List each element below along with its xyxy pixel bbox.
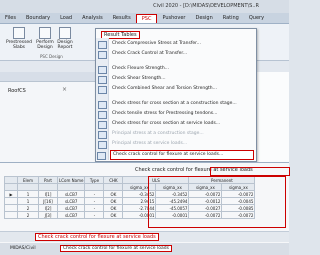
- menu-item[interactable]: Check stress for cross section at servic…: [98, 120, 252, 129]
- menu-item[interactable]: Check Crack Control at Transfer...: [98, 50, 252, 59]
- table-status-bar: Check crack control for flexure at servi…: [0, 231, 289, 242]
- col-header: Elem: [17, 176, 39, 184]
- table-icon: [98, 101, 107, 109]
- tab-psc[interactable]: PSC: [135, 14, 158, 23]
- table-row[interactable]: 2 J[3] sLCB7- OK -0.0001 -0.0001 -0.0072 -0.00…: [4, 211, 256, 219]
- table-row[interactable]: 2 I[2] sLCB7- OK -2.7044 -45.0057 -0.0027 -0.0…: [4, 204, 256, 212]
- menu-item[interactable]: Check Flexure Strength...: [98, 65, 252, 74]
- menu-item-disabled: Principal stress at service loads...: [98, 140, 252, 149]
- menu-item-selected[interactable]: Check crack control for flexure at servi…: [97, 150, 254, 160]
- footer-tabs: MIDAS/Civil Check crack control for flex…: [0, 243, 289, 255]
- sub-header: sigma_xx: [155, 183, 190, 191]
- tab-pushover[interactable]: Pushover: [157, 13, 190, 23]
- prestressed-slabs-button[interactable]: Prestressed Slabs: [4, 27, 34, 50]
- table-icon: [98, 111, 107, 119]
- sub-header: sigma_xx: [221, 183, 256, 191]
- tab-query[interactable]: Query: [244, 13, 269, 23]
- table-title-bar: Check crack control for flexure at servi…: [0, 165, 290, 176]
- close-icon[interactable]: ×: [62, 86, 67, 93]
- table-icon: [98, 141, 107, 149]
- table-icon: [97, 152, 106, 160]
- design-report-button[interactable]: Design Report: [56, 27, 74, 50]
- tab-design[interactable]: Design: [190, 13, 217, 23]
- menu-item[interactable]: Check tensile stress for Prestressing te…: [98, 110, 252, 119]
- table-tab[interactable]: Check crack control for flexure at servi…: [35, 233, 159, 241]
- sub-header: sigma_xx: [122, 183, 157, 191]
- tab-rating[interactable]: Rating: [218, 13, 244, 23]
- col-header: Type: [84, 176, 105, 184]
- table-icon: [98, 41, 107, 49]
- menu-item[interactable]: Check Compressive Stress at Transfer...: [98, 40, 252, 49]
- window-title: Civil 2020 - [D:\MIDAS\DEVELOPMENT\S..R: [153, 3, 259, 9]
- menu-item-disabled: Principal stress at a construction stage…: [98, 130, 252, 139]
- title-highlight: [210, 167, 290, 176]
- perform-design-button[interactable]: Perform Design: [36, 27, 54, 50]
- table-icon: [98, 66, 107, 74]
- report-icon: [59, 27, 71, 39]
- tab-load[interactable]: Load: [55, 13, 77, 23]
- col-header: Permanent: [188, 176, 256, 184]
- tab-files[interactable]: Files: [0, 13, 21, 23]
- menu-item[interactable]: Check Shear Strength...: [98, 75, 252, 84]
- col-header: LCom Name: [56, 176, 86, 184]
- table-icon: [98, 131, 107, 139]
- col-header: Part: [38, 176, 58, 184]
- col-header: CHK: [103, 176, 124, 184]
- table-row[interactable]: ▶ 1 I[1] sLCB7- OK -0.3452 -0.3452 -0.0072 -0.…: [4, 190, 256, 198]
- footer-tab-table[interactable]: Check crack control for flexure at servi…: [60, 245, 172, 252]
- footer-tab-main[interactable]: MIDAS/Civil: [10, 246, 36, 251]
- design-icon: [39, 27, 51, 39]
- result-table-panel: Check crack control for flexure at servi…: [0, 162, 290, 255]
- ribbon-tabs: Files Boundary Load Analysis Results PSC…: [0, 13, 289, 24]
- tab-boundary[interactable]: Boundary: [21, 13, 55, 23]
- tab-results[interactable]: Results: [108, 13, 136, 23]
- title-bar: Civil 2020 - [D:\MIDAS\DEVELOPMENT\S..R: [0, 0, 289, 14]
- menu-item[interactable]: Check stress for cross section at a cons…: [98, 100, 252, 109]
- table-icon: [98, 86, 107, 94]
- tree-item[interactable]: RoofCS: [8, 88, 26, 94]
- table-row[interactable]: 1 J[16] sLCB7- OK 2.9415 -45.2494 -0.0012 -0.0…: [4, 197, 256, 205]
- table-icon: [98, 121, 107, 129]
- result-tables-menu: Result Tables Check Compressive Stress a…: [95, 28, 257, 162]
- tab-analysis[interactable]: Analysis: [77, 13, 108, 23]
- slab-icon: [13, 27, 25, 39]
- left-pane: RoofCS ×: [0, 72, 96, 162]
- menu-item[interactable]: Check Combined Shear and Torsion Strengt…: [98, 85, 252, 94]
- col-header: ULS: [122, 176, 190, 184]
- left-pane-header: [0, 72, 95, 82]
- group-label: PSC Design: [40, 54, 63, 59]
- table-icon: [98, 51, 107, 59]
- sub-header: sigma_xx: [188, 183, 223, 191]
- table-icon: [98, 76, 107, 84]
- result-table: Elem Part LCom Name Type CHK ULS Permane…: [4, 176, 256, 219]
